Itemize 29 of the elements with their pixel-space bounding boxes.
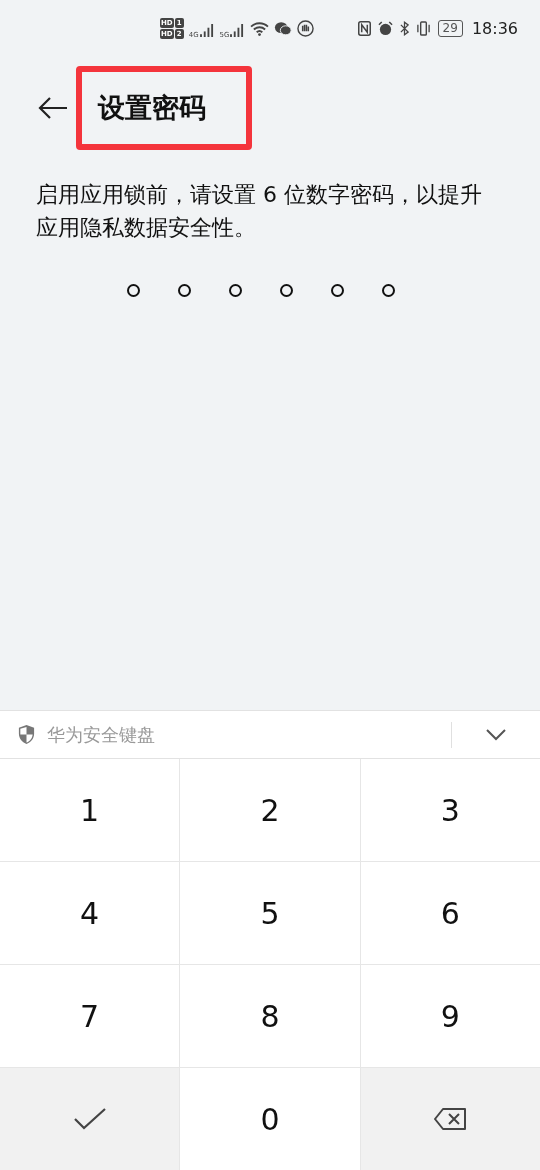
digit-key[interactable]: 5 (180, 862, 360, 964)
chat-icon (274, 20, 293, 36)
signal-icon (230, 23, 246, 37)
wifi-icon (250, 20, 270, 36)
description-text: 启用应用锁前，请设置 6 位数字密码，以提升应用隐私数据安全性。 (36, 181, 483, 242)
digit-key[interactable]: 2 (180, 759, 360, 861)
hand-icon (297, 19, 315, 37)
backspace-icon (434, 1108, 467, 1130)
vibrate-icon (415, 20, 431, 36)
digit-key[interactable]: 7 (0, 965, 180, 1067)
digit-key[interactable]: 0 (180, 1068, 360, 1170)
digit-key[interactable]: 8 (180, 965, 360, 1067)
alarm-icon (377, 20, 393, 36)
digit-key[interactable]: 6 (360, 862, 540, 964)
digit-key[interactable]: 3 (360, 759, 540, 861)
checkmark-icon (73, 1108, 106, 1130)
digit-key[interactable]: 4 (0, 862, 180, 964)
collapse-chevron-icon[interactable] (486, 728, 506, 741)
back-arrow-icon[interactable] (38, 96, 68, 120)
page-title: 设置密码 (98, 91, 206, 125)
signal-icon (199, 23, 215, 37)
battery-indicator: 29 (437, 19, 463, 37)
clock-time: 18:36 (471, 18, 518, 38)
digit-key[interactable]: 1 (0, 759, 180, 861)
shield-icon (17, 724, 36, 745)
digit-key[interactable]: 9 (360, 965, 540, 1067)
keyboard-title: 华为安全键盘 (47, 722, 156, 747)
nfc-icon (357, 20, 371, 36)
bluetooth-icon (399, 20, 409, 36)
